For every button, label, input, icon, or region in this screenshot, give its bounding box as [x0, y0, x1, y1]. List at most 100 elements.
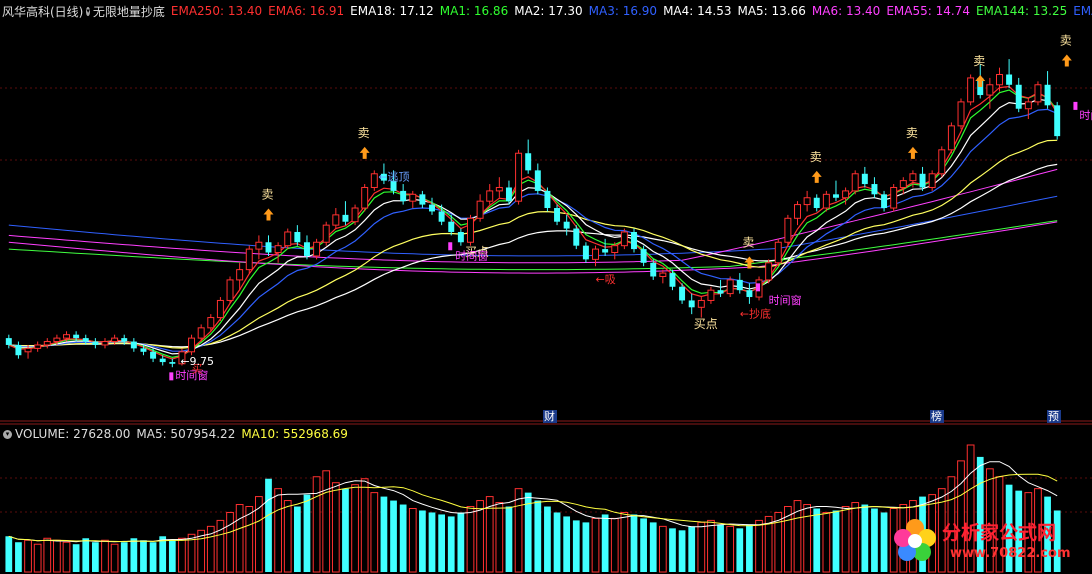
volume-bar [649, 522, 657, 572]
volume-bar [658, 525, 667, 573]
indicator-value-6: MA4: 14.53 [663, 4, 732, 18]
candle-body [274, 245, 282, 254]
candle-body [150, 351, 157, 359]
candle-body [986, 84, 994, 96]
ema144-line [8, 220, 1058, 271]
candle-body [121, 338, 128, 342]
candle-body [515, 152, 523, 202]
time-window-marker [448, 242, 453, 251]
candle-body [400, 190, 407, 202]
volume-bar [293, 506, 301, 572]
candle-body [794, 204, 801, 219]
sell-label: 卖 [973, 54, 985, 68]
candle-body [996, 74, 1003, 86]
sell-label: 卖 [358, 126, 370, 140]
volume-bar [553, 512, 561, 572]
volume-bar [380, 496, 388, 572]
candle-body [688, 300, 695, 308]
volume-bar [476, 500, 484, 573]
stock-chart[interactable]: 卖卖卖卖卖卖卖←逃顶←吸←抄底买点买点时间窗买←9.75时间窗时间窗时间窗← 1… [0, 0, 1092, 574]
volume-bar [755, 519, 763, 573]
volume-bar [851, 502, 860, 573]
volume-bar [370, 492, 379, 573]
volume-bar [620, 511, 629, 573]
volume-bar [101, 539, 109, 573]
sell-label: 卖 [262, 188, 274, 202]
volume-bar [841, 506, 850, 573]
sell-label: 卖 [1060, 34, 1072, 48]
volume-bar [120, 542, 128, 572]
candle-body [294, 231, 301, 243]
candle-body [871, 184, 878, 195]
time-window-label: 时间窗 [769, 293, 802, 307]
volume-bar [130, 538, 138, 572]
volume-bar [265, 478, 272, 572]
candle-body [765, 262, 773, 281]
volume-bar [861, 504, 869, 572]
volume-value-0: VOLUME: 27628.00 [15, 427, 131, 441]
candle-body [236, 269, 244, 281]
candle-body [111, 337, 119, 343]
candle-body [322, 224, 330, 243]
candle-body [650, 262, 657, 277]
escape-top-label: ←逃顶 [378, 171, 409, 184]
candle-body [544, 190, 551, 209]
candle-body [659, 272, 667, 277]
marker-bang: 榜 [931, 409, 942, 423]
candle-body [15, 344, 22, 356]
volume-bar [82, 538, 90, 572]
indicator-value-0: EMA250: 13.40 [170, 4, 263, 18]
candle-body [73, 334, 80, 339]
candle-body [216, 299, 224, 319]
candle-body [1015, 84, 1022, 109]
candle-body [640, 249, 647, 263]
candle-body [620, 231, 628, 247]
candle-body [1034, 84, 1042, 103]
volume-values: VOLUME: 27628.00 MA5: 507954.22 MA10: 5529… [15, 427, 354, 441]
volume-bar [428, 512, 436, 572]
bottom-fish-label: ←抄底 [740, 307, 771, 321]
candle-body [899, 180, 907, 188]
marker-yu: 预 [1048, 410, 1059, 423]
candle-body [881, 194, 888, 209]
candle-body [92, 341, 99, 345]
volume-settings-icon[interactable]: ▾ [3, 429, 12, 439]
candle-body [284, 231, 292, 247]
sell-label: 卖 [742, 235, 754, 249]
candle-body [429, 204, 435, 212]
candle-body [736, 279, 743, 291]
volume-bar [832, 510, 840, 572]
candle-body [707, 289, 715, 301]
candle-body [554, 208, 561, 222]
indicator-value-8: MA6: 13.40 [811, 4, 881, 18]
candle-body [602, 249, 609, 253]
candle-body [582, 245, 589, 260]
settings-circle-icon[interactable]: ▾ [86, 6, 90, 16]
volume-bar [813, 508, 821, 572]
candle-body [188, 337, 196, 353]
candle-body [822, 193, 830, 209]
candle-body [505, 187, 512, 202]
watermark-url: www.70822.com [950, 546, 1071, 561]
volume-bar [678, 530, 686, 572]
volume-bar [33, 543, 42, 573]
candle-body [82, 338, 89, 342]
candle-body [784, 217, 792, 243]
candle-body [611, 245, 619, 254]
stock-name: 风华高科(日线) [2, 4, 84, 19]
volume-bar [688, 526, 696, 572]
candle-body [1054, 105, 1061, 137]
candle-body [495, 186, 503, 192]
volume-bar [438, 514, 445, 572]
sell-arrow-icon [263, 208, 274, 221]
candle-body [717, 290, 724, 294]
volume-bar [43, 537, 52, 573]
sell-label: 卖 [810, 150, 822, 164]
marker-cai: 财 [544, 409, 555, 423]
volume-title-bar: ▾ VOLUME: 27628.00 MA5: 507954.22 MA10: 55… [0, 425, 1092, 443]
volume-bar [457, 512, 465, 572]
volume-bar [419, 510, 426, 572]
candle-body [679, 286, 686, 301]
indicator-value-3: MA1: 16.86 [439, 4, 509, 18]
sell-arrow-icon [907, 146, 918, 159]
